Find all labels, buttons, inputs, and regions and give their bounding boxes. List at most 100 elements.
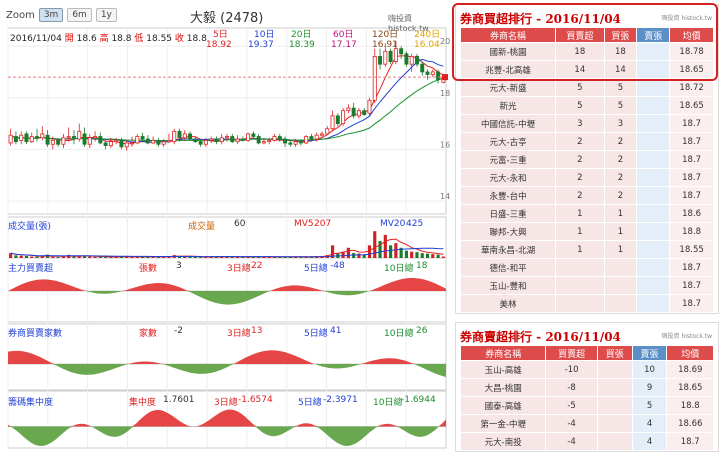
broker-name-cell[interactable]: 兆豐-北高雄 xyxy=(459,60,557,79)
broker-name-cell[interactable]: 第一金-中壢 xyxy=(459,414,547,433)
table-cell xyxy=(636,222,671,241)
zoom-6m-button[interactable]: 6m xyxy=(67,8,92,22)
table-cell: 18 xyxy=(603,42,638,61)
table-row[interactable]: 元大-古亭 2 2 18.7 xyxy=(459,132,714,151)
candle-body xyxy=(35,136,40,139)
concentration-b-value: -1.6574 xyxy=(238,395,273,405)
ma5-value: 18.92 xyxy=(206,40,232,50)
table-row[interactable]: 美林 18.7 xyxy=(459,294,714,313)
broker-name-cell[interactable]: 新光 xyxy=(459,96,557,115)
broker-name-cell[interactable]: 中國信託-中壢 xyxy=(459,114,557,133)
candle-body xyxy=(219,137,224,143)
candle-body xyxy=(198,141,203,145)
high-value: 18.8 xyxy=(111,34,132,44)
zoom-1y-button[interactable]: 1y xyxy=(95,8,117,22)
zoom-3m-button[interactable]: 3m xyxy=(38,8,64,22)
table-cell xyxy=(555,294,605,313)
table-row[interactable]: 第一金-中壢 -4 4 18.66 xyxy=(459,414,714,433)
volume-bar xyxy=(383,234,387,258)
concentration-title: 籌碼集中度 xyxy=(8,398,54,408)
candle-body xyxy=(98,136,103,144)
broker-name-cell[interactable]: 華南永昌-北湖 xyxy=(459,240,557,259)
table-row[interactable]: 日盛-三重 1 1 18.6 xyxy=(459,204,714,223)
low-label: 低 xyxy=(134,34,144,44)
volume-bar xyxy=(9,253,13,258)
candle-body xyxy=(246,133,251,141)
ma5-line xyxy=(10,55,444,144)
low-value: 18.55 xyxy=(146,34,173,44)
volume-bar xyxy=(373,231,377,258)
broker-name-cell[interactable]: 國新-桃園 xyxy=(459,42,557,61)
table-cell: 3 xyxy=(603,114,638,133)
table-cell: -10 xyxy=(545,360,598,379)
table-row[interactable]: 中國信託-中壢 3 3 18.7 xyxy=(459,114,714,133)
candle-body xyxy=(309,136,314,140)
table-row[interactable]: 國新-桃園 18 18 18.78 xyxy=(459,42,714,61)
table-row[interactable]: 新光 5 5 18.65 xyxy=(459,96,714,115)
table-cell: 2 xyxy=(555,150,605,169)
table-cell: 1 xyxy=(603,240,638,259)
broker-name-cell[interactable]: 元大-南投 xyxy=(459,432,547,451)
table-row[interactable]: 德信-和平 18.7 xyxy=(459,258,714,277)
table-row[interactable]: 玉山-豐和 18.7 xyxy=(459,276,714,295)
candle-body xyxy=(8,134,13,144)
table-row[interactable]: 兆豐-北高雄 14 14 18.65 xyxy=(459,60,714,79)
broker-name-cell[interactable]: 日盛-三重 xyxy=(459,204,557,223)
table-cell: 14 xyxy=(555,60,605,79)
concentration-b-label: 3日總 xyxy=(214,398,238,408)
table-row[interactable]: 華南永昌-北湖 1 1 18.55 xyxy=(459,240,714,259)
broker-name-cell[interactable]: 美林 xyxy=(459,294,557,313)
broker-name-cell[interactable]: 大昌-桃園 xyxy=(459,378,547,397)
broker-name-cell[interactable]: 玉山-高雄 xyxy=(459,360,547,379)
table-row[interactable]: 元富-三重 2 2 18.7 xyxy=(459,150,714,169)
sell-ranking-table: 券商名稱 買賣超 買張 賣張 均價 玉山-高雄 -10 10 18.69 大昌-桃園 -8 9 18.… xyxy=(459,345,714,451)
y-tick-label: 14 xyxy=(440,192,450,201)
candle-body xyxy=(124,142,129,148)
table-row[interactable]: 玉山-高雄 -10 10 18.69 xyxy=(459,360,714,379)
table-cell: -5 xyxy=(545,396,598,415)
zoom-bar: Zoom 3m 6m 1y xyxy=(6,8,117,22)
table-cell: 3 xyxy=(555,114,605,133)
broker-name-cell[interactable]: 元富-三重 xyxy=(459,150,557,169)
table-cell: 1 xyxy=(555,222,605,241)
broker-count-c-label: 5日總 xyxy=(304,329,328,339)
mv20-label: MV20 xyxy=(380,219,406,229)
candle-body xyxy=(119,139,124,148)
volume-bar xyxy=(199,257,203,258)
table-row[interactable]: 國泰-高雄 -5 5 18.8 xyxy=(459,396,714,415)
broker-name-cell[interactable]: 聯邦-大興 xyxy=(459,222,557,241)
mv20-value: 425 xyxy=(406,219,424,229)
table-row[interactable]: 元大-永和 2 2 18.7 xyxy=(459,168,714,187)
indicator-positive-area xyxy=(8,350,446,364)
broker-name-cell[interactable]: 玉山-豐和 xyxy=(459,276,557,295)
table-row[interactable]: 聯邦-大興 1 1 18.8 xyxy=(459,222,714,241)
candle-body xyxy=(351,107,356,117)
sell-ranking-box: 券商賣超排行 - 2016/11/04 嗨投資 histock.tw 券商名稱買… xyxy=(455,322,719,452)
column-header: 均價 xyxy=(666,345,714,361)
table-cell: 4 xyxy=(631,432,668,451)
candle-body xyxy=(409,56,414,65)
table-row[interactable]: 永豐-台中 2 2 18.7 xyxy=(459,186,714,205)
candle-body xyxy=(393,48,398,62)
broker-name-cell[interactable]: 永豐-台中 xyxy=(459,186,557,205)
broker-name-cell[interactable]: 元大-永和 xyxy=(459,168,557,187)
volume-bar xyxy=(93,256,97,258)
broker-name-cell[interactable]: 元大-古亭 xyxy=(459,132,557,151)
concentration-c-label: 5日總 xyxy=(298,398,322,408)
broker-name-cell[interactable]: 元大-新盛 xyxy=(459,78,557,97)
quote-line: 2016/11/04 開 18.6 高 18.8 低 18.55 收 18.8 xyxy=(10,31,207,44)
table-row[interactable]: 元大-新盛 5 5 18.72 xyxy=(459,78,714,97)
table-row[interactable]: 大昌-桃園 -8 9 18.65 xyxy=(459,378,714,397)
table-cell: 1 xyxy=(555,204,605,223)
table-cell: 18.78 xyxy=(669,42,714,61)
candle-body xyxy=(40,133,45,139)
volume-bar xyxy=(346,247,350,258)
candle-body xyxy=(103,142,108,146)
broker-name-cell[interactable]: 國泰-高雄 xyxy=(459,396,547,415)
table-row[interactable]: 元大-南投 -4 4 18.7 xyxy=(459,432,714,451)
close-value: 18.8 xyxy=(186,34,207,44)
broker-count-b-label: 3日總 xyxy=(227,329,251,339)
main-force-b-label: 3日總 xyxy=(227,264,251,274)
volume-bar xyxy=(35,256,39,258)
broker-name-cell[interactable]: 德信-和平 xyxy=(459,258,557,277)
